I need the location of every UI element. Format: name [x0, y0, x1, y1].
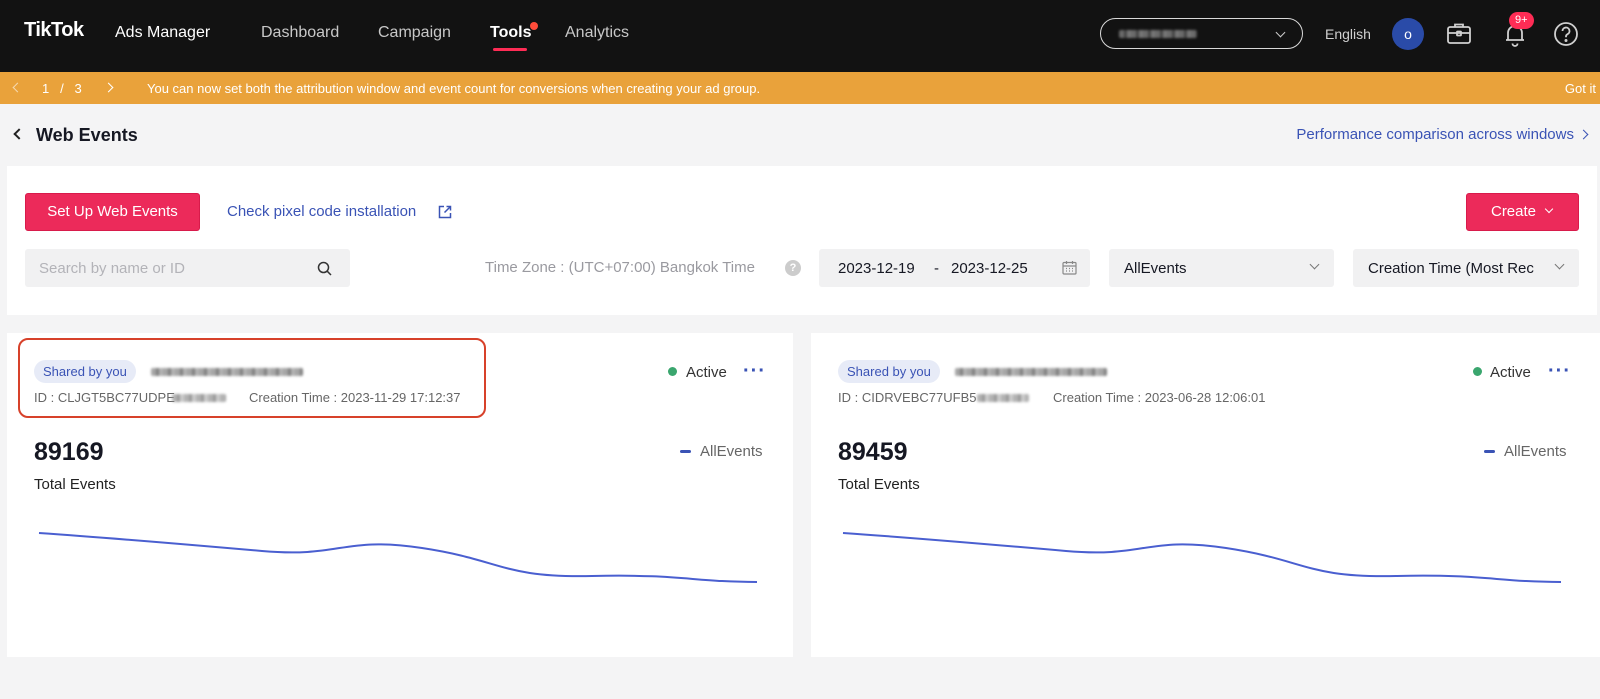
- legend-swatch: [1484, 450, 1495, 453]
- top-nav: TikTok Ads Manager Dashboard Campaign To…: [0, 0, 1600, 72]
- avatar[interactable]: o: [1392, 18, 1424, 50]
- tiktok-logo[interactable]: TikTok: [24, 19, 84, 42]
- search-input[interactable]: Search by name or ID: [25, 249, 350, 287]
- search-placeholder: Search by name or ID: [39, 260, 185, 277]
- event-type-select[interactable]: AllEvents: [1109, 249, 1334, 287]
- new-dot-indicator: [530, 22, 538, 30]
- check-pixel-installation-link[interactable]: Check pixel code installation: [227, 203, 416, 220]
- redacted-account-name: [1119, 30, 1197, 38]
- toolbar-panel: [7, 166, 1597, 315]
- status-label: Active: [1490, 364, 1531, 381]
- external-link-icon[interactable]: [437, 204, 453, 220]
- active-tab-underline: [493, 48, 527, 51]
- redacted-pixel-name: [955, 368, 1107, 376]
- legend-label: AllEvents: [700, 443, 763, 460]
- question-icon[interactable]: ?: [785, 260, 801, 276]
- status-label: Active: [686, 364, 727, 381]
- product-name: Ads Manager: [115, 24, 211, 41]
- total-events-value: 89459: [838, 438, 908, 466]
- date-start: 2023-12-19: [838, 260, 915, 277]
- notification-badge: 9+: [1509, 12, 1534, 29]
- briefcase-icon[interactable]: [1443, 18, 1475, 50]
- banner-message: You can now set both the attribution win…: [147, 81, 761, 96]
- help-icon[interactable]: [1550, 18, 1582, 50]
- events-sparkline: [842, 532, 1561, 583]
- set-up-web-events-button[interactable]: Set Up Web Events: [25, 193, 200, 231]
- date-range-picker[interactable]: 2023-12-19 - 2023-12-25: [819, 249, 1090, 287]
- more-options-icon[interactable]: ···: [743, 361, 766, 381]
- banner-page-current: 1: [42, 81, 50, 96]
- legend-label: AllEvents: [1504, 443, 1567, 460]
- status-dot: [1473, 367, 1482, 376]
- banner-pager: 1 / 3: [42, 81, 82, 96]
- redacted-pixel-name: [151, 368, 303, 376]
- nav-tools[interactable]: Tools: [490, 24, 531, 42]
- chevron-right-icon: [1578, 129, 1589, 140]
- time-zone-label: Time Zone : (UTC+07:00) Bangkok Time: [485, 259, 755, 276]
- event-type-value: AllEvents: [1124, 260, 1187, 277]
- date-end: 2023-12-25: [951, 260, 1028, 277]
- chevron-down-icon: [1544, 204, 1554, 214]
- status-dot: [668, 367, 677, 376]
- chevron-left-icon[interactable]: [12, 82, 23, 93]
- create-button[interactable]: Create: [1466, 193, 1579, 231]
- shared-tag: Shared by you: [838, 360, 940, 383]
- sort-value: Creation Time (Most Rec: [1368, 260, 1534, 277]
- redacted-id-suffix: [172, 394, 226, 402]
- chevron-down-icon: [1275, 27, 1286, 38]
- sort-fade: [1535, 249, 1579, 287]
- calendar-icon: [1062, 260, 1077, 275]
- legend-swatch: [680, 450, 691, 453]
- total-events-label: Total Events: [34, 476, 116, 493]
- language-switch[interactable]: English: [1325, 26, 1371, 42]
- announcement-banner: 1 / 3 You can now set both the attributi…: [0, 72, 1600, 104]
- pixel-id: ID : CIDRVEBC77UFB5: [838, 390, 977, 405]
- date-separator: -: [934, 260, 939, 277]
- chevron-down-icon: [1309, 259, 1320, 270]
- creation-time: Creation Time : 2023-06-28 12:06:01: [1053, 390, 1266, 405]
- nav-analytics[interactable]: Analytics: [565, 24, 629, 42]
- creation-time: Creation Time : 2023-11-29 17:12:37: [249, 390, 461, 405]
- banner-page-separator: /: [60, 81, 64, 96]
- total-events-label: Total Events: [838, 476, 920, 493]
- account-selector[interactable]: [1100, 18, 1303, 49]
- events-sparkline: [38, 532, 757, 583]
- page-title: Web Events: [36, 125, 138, 145]
- pixel-id: ID : CLJGT5BC77UDPE: [34, 390, 175, 405]
- banner-page-total: 3: [74, 81, 82, 96]
- total-events-value: 89169: [34, 438, 104, 466]
- back-arrow-icon[interactable]: [13, 128, 25, 140]
- sort-select[interactable]: Creation Time (Most Rec: [1353, 249, 1579, 287]
- got-it-button[interactable]: Got it: [1565, 81, 1596, 96]
- chevron-right-icon[interactable]: [103, 82, 114, 93]
- nav-dashboard[interactable]: Dashboard: [261, 24, 339, 42]
- create-button-label: Create: [1490, 203, 1537, 220]
- nav-campaign[interactable]: Campaign: [378, 24, 451, 42]
- search-icon[interactable]: [317, 261, 332, 276]
- performance-comparison-link[interactable]: Performance comparison across windows: [1296, 126, 1574, 143]
- shared-tag: Shared by you: [34, 360, 136, 383]
- redacted-id-suffix: [977, 394, 1029, 402]
- more-options-icon[interactable]: ···: [1548, 361, 1571, 381]
